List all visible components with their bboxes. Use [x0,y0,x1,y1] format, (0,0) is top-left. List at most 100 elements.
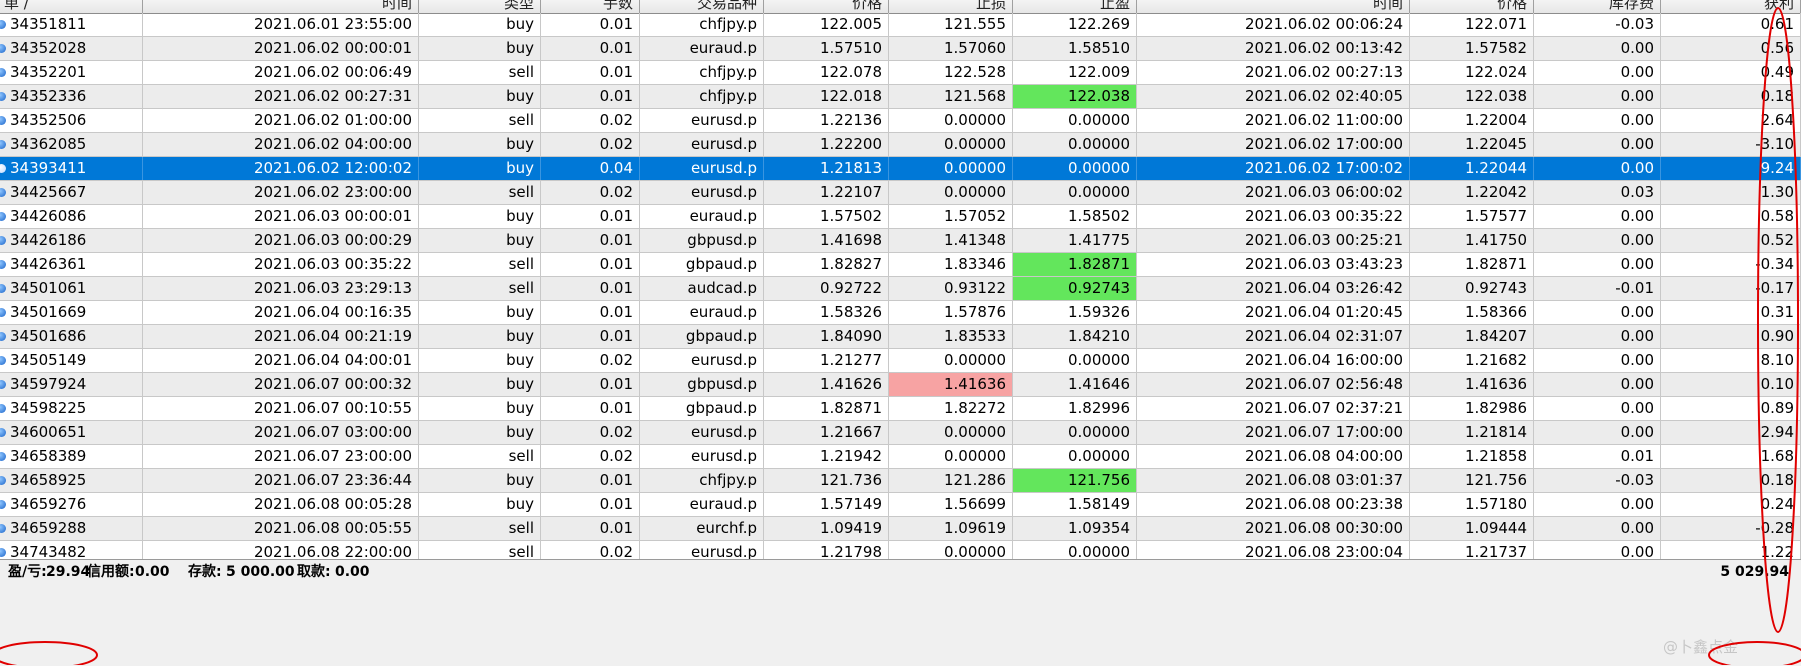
ticket-number: 34352506 [10,111,87,129]
column-header-5[interactable]: 价格 [764,0,889,13]
cell-1: 2021.06.03 00:00:01 [143,205,419,228]
cell-4: audcad.p [640,277,764,300]
cell-1: 2021.06.07 00:10:55 [143,397,419,420]
table-row[interactable]: 34352028 2021.06.02 00:00:01 buy 0.01 euraud… [0,37,1801,61]
table-row[interactable]: 34505149 2021.06.04 04:00:01 buy 0.02 eurusd… [0,349,1801,373]
cell-0: 34505149 [0,349,143,372]
cell-11: 0.31 [1661,301,1801,324]
cell-8: 2021.06.02 00:27:13 [1137,61,1410,84]
table-row[interactable]: 34352336 2021.06.02 00:27:31 buy 0.01 chfjpy… [0,85,1801,109]
cell-5: 1.57149 [764,493,889,516]
column-header-6[interactable]: 止损 [889,0,1013,13]
cell-5: 1.82871 [764,397,889,420]
cell-0: 34351811 [0,13,143,36]
cell-9: 1.41636 [1410,373,1534,396]
trade-icon [0,284,6,293]
trade-icon [0,404,6,413]
trade-icon [0,308,6,317]
cell-3: 0.01 [541,205,640,228]
cell-11: 9.24 [1661,157,1801,180]
cell-10: 0.00 [1534,373,1661,396]
cell-5: 122.005 [764,13,889,36]
cell-8: 2021.06.02 11:00:00 [1137,109,1410,132]
cell-8: 2021.06.08 00:30:00 [1137,517,1410,540]
column-header-3[interactable]: 手数 [541,0,640,13]
column-header-9[interactable]: 价格 [1410,0,1534,13]
column-header-2[interactable]: 类型 [419,0,541,13]
trade-icon [0,428,6,437]
table-row[interactable]: 34659288 2021.06.08 00:05:55 sell 0.01 eurch… [0,517,1801,541]
table-row[interactable]: 34426186 2021.06.03 00:00:29 buy 0.01 gbpusd… [0,229,1801,253]
cell-2: buy [419,157,541,180]
table-row[interactable]: 34393411 2021.06.02 12:00:02 buy 0.04 eurusd… [0,157,1801,181]
cell-4: eurusd.p [640,181,764,204]
trade-icon [0,548,6,557]
cell-10: 0.00 [1534,517,1661,540]
ticket-number: 34425667 [10,183,87,201]
cell-9: 122.024 [1410,61,1534,84]
cell-3: 0.01 [541,373,640,396]
cell-11: 0.61 [1661,13,1801,36]
cell-2: buy [419,493,541,516]
cell-9: 121.756 [1410,469,1534,492]
cell-4: gbpusd.p [640,373,764,396]
cell-1: 2021.06.07 23:00:00 [143,445,419,468]
column-header-11[interactable]: 获利 [1661,0,1801,13]
cell-10: 0.00 [1534,205,1661,228]
cell-6: 1.57060 [889,37,1013,60]
cell-0: 34659288 [0,517,143,540]
cell-2: sell [419,277,541,300]
column-header-7[interactable]: 止盈 [1013,0,1137,13]
cell-11: 0.52 [1661,229,1801,252]
table-row[interactable]: 34600651 2021.06.07 03:00:00 buy 0.02 eurusd… [0,421,1801,445]
cell-9: 1.84207 [1410,325,1534,348]
cell-7: 1.41646 [1013,373,1137,396]
table-row[interactable]: 34426361 2021.06.03 00:35:22 sell 0.01 gbpau… [0,253,1801,277]
cell-7: 1.09354 [1013,517,1137,540]
cell-10: 0.00 [1534,493,1661,516]
table-row[interactable]: 34362085 2021.06.02 04:00:00 buy 0.02 eurusd… [0,133,1801,157]
column-header-10[interactable]: 库存费 [1534,0,1661,13]
table-row[interactable]: 34352201 2021.06.02 00:06:49 sell 0.01 chfjp… [0,61,1801,85]
cell-0: 34352028 [0,37,143,60]
table-row[interactable]: 34501686 2021.06.04 00:21:19 buy 0.01 gbpaud… [0,325,1801,349]
column-header-4[interactable]: 交易品种 [640,0,764,13]
cell-0: 34352336 [0,85,143,108]
trade-icon [0,140,6,149]
cell-9: 0.92743 [1410,277,1534,300]
trade-icon [0,20,6,29]
table-row[interactable]: 34352506 2021.06.02 01:00:00 sell 0.02 eurus… [0,109,1801,133]
table-row[interactable]: 34426086 2021.06.03 00:00:01 buy 0.01 euraud… [0,205,1801,229]
table-row[interactable]: 34501061 2021.06.03 23:29:13 sell 0.01 audca… [0,277,1801,301]
cell-9: 1.21682 [1410,349,1534,372]
column-header-0[interactable]: 单 / [0,0,143,13]
watermark: @卜鑫点金 [1663,638,1739,656]
cell-5: 121.736 [764,469,889,492]
cell-11: 0.56 [1661,37,1801,60]
deposit-value: 5 000.00 [226,564,295,580]
cell-9: 1.22004 [1410,109,1534,132]
table-row[interactable]: 34351811 2021.06.01 23:55:00 buy 0.01 chfjpy… [0,13,1801,37]
table-row[interactable]: 34659276 2021.06.08 00:05:28 buy 0.01 euraud… [0,493,1801,517]
cell-10: -0.03 [1534,13,1661,36]
trade-icon [0,92,6,101]
cell-7: 1.58510 [1013,37,1137,60]
table-row[interactable]: 34658925 2021.06.07 23:36:44 buy 0.01 chfjpy… [0,469,1801,493]
cell-5: 1.22107 [764,181,889,204]
cell-7: 122.009 [1013,61,1137,84]
table-row[interactable]: 34425667 2021.06.02 23:00:00 sell 0.02 eurus… [0,181,1801,205]
column-header-1[interactable]: 时间 [143,0,419,13]
cell-0: 34426361 [0,253,143,276]
column-header-8[interactable]: 时间 [1137,0,1410,13]
table-row[interactable]: 34501669 2021.06.04 00:16:35 buy 0.01 euraud… [0,301,1801,325]
table-row[interactable]: 34598225 2021.06.07 00:10:55 buy 0.01 gbpaud… [0,397,1801,421]
table-row[interactable]: 34658389 2021.06.07 23:00:00 sell 0.02 eurus… [0,445,1801,469]
cell-2: buy [419,469,541,492]
cell-8: 2021.06.03 00:25:21 [1137,229,1410,252]
cell-7: 1.84210 [1013,325,1137,348]
cell-5: 1.57510 [764,37,889,60]
cell-6: 1.82272 [889,397,1013,420]
cell-10: 0.00 [1534,61,1661,84]
table-row[interactable]: 34597924 2021.06.07 00:00:32 buy 0.01 gbpusd… [0,373,1801,397]
credit-value: 0.00 [135,564,170,580]
